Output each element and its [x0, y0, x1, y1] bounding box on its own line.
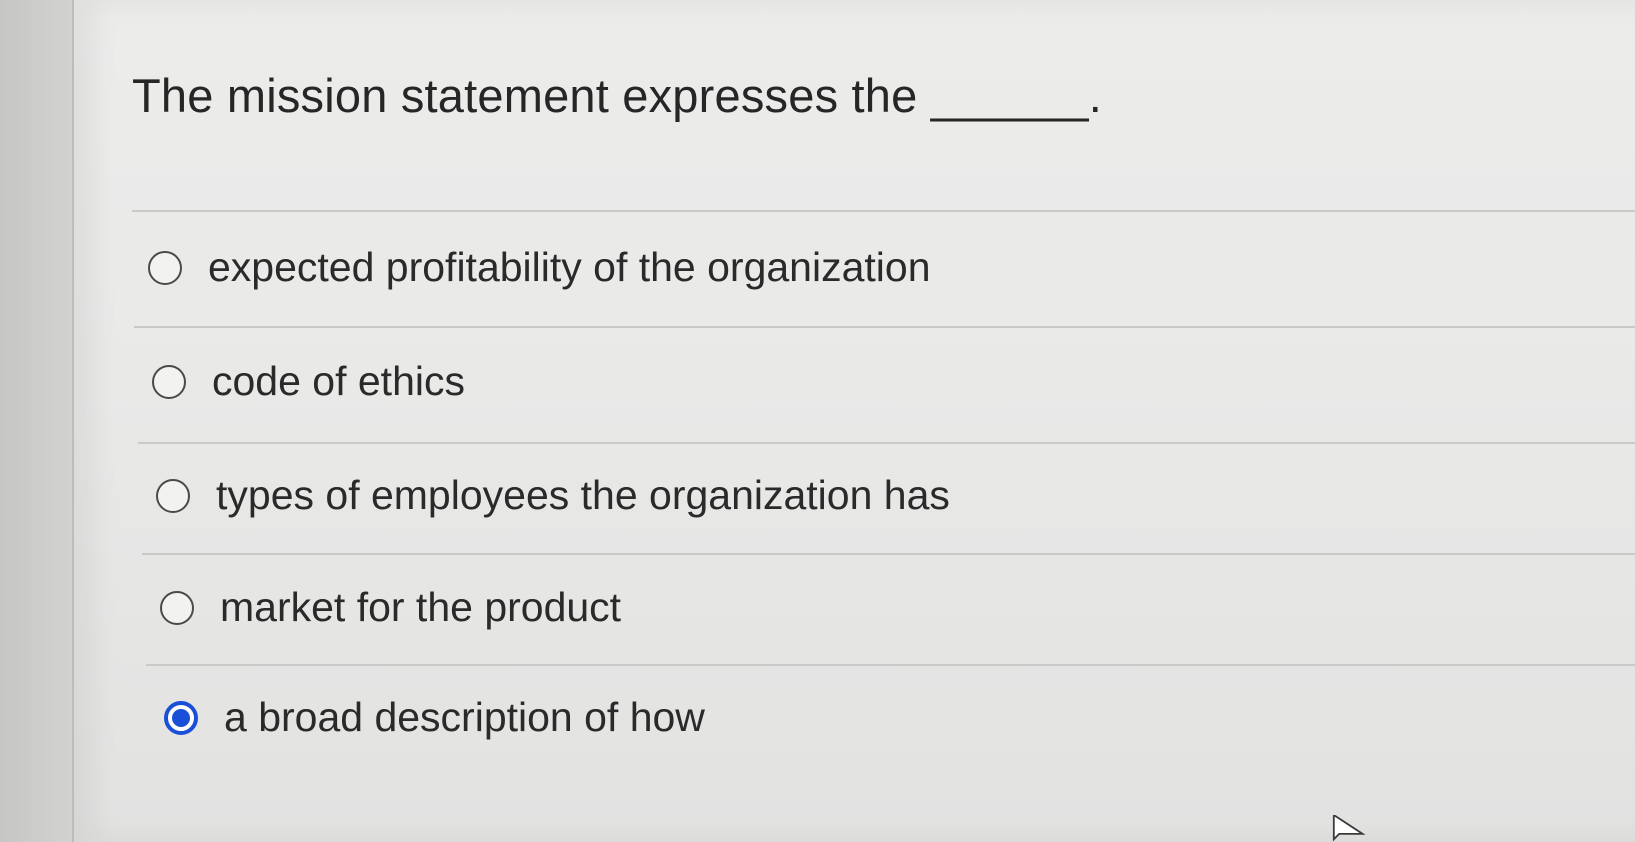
answer-option-label: types of employees the organization has — [216, 472, 950, 518]
divider — [132, 210, 1635, 212]
radio-unchecked-icon[interactable] — [160, 590, 194, 625]
radio-unchecked-icon[interactable] — [156, 478, 190, 513]
answer-option-4[interactable]: market for the product — [160, 584, 621, 631]
question-text: The mission statement expresses the ____… — [132, 69, 1103, 122]
left-margin — [0, 0, 72, 842]
answer-option-2[interactable]: code of ethics — [152, 358, 465, 405]
divider — [134, 326, 1635, 328]
answer-option-5[interactable]: a broad description of how — [164, 694, 705, 741]
answer-option-label: code of ethics — [212, 358, 465, 404]
answer-option-label: market for the product — [220, 584, 622, 630]
radio-checked-icon[interactable] — [164, 700, 198, 735]
radio-unchecked-icon[interactable] — [148, 250, 182, 285]
radio-dot-icon — [172, 708, 190, 727]
answer-option-label: expected profitability of the organizati… — [208, 244, 931, 290]
divider — [142, 553, 1635, 555]
answer-option-1[interactable]: expected profitability of the organizati… — [148, 244, 931, 291]
divider — [146, 664, 1635, 666]
mouse-pointer-icon — [1332, 815, 1366, 842]
answer-option-label: a broad description of how — [224, 694, 705, 740]
divider — [138, 442, 1635, 444]
radio-unchecked-icon[interactable] — [152, 364, 186, 399]
answer-option-3[interactable]: types of employees the organization has — [156, 472, 950, 519]
